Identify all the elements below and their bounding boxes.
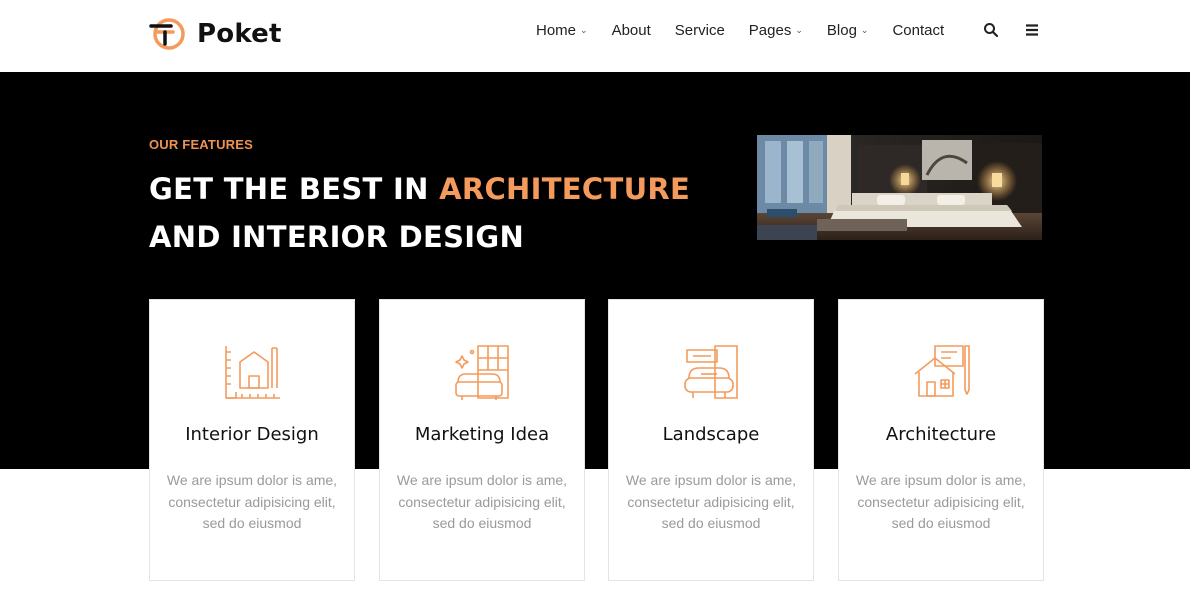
bedroom-photo — [757, 135, 1042, 240]
feature-card-architecture[interactable]: Architecture We are ipsum dolor is ame, … — [838, 299, 1044, 581]
nav-item-about[interactable]: About — [612, 22, 651, 39]
card-title: Marketing Idea — [414, 424, 550, 445]
chevron-down-icon: ⌄ — [795, 24, 803, 35]
main-nav: Home ⌄ About Service Pages ⌄ Blog ⌄ Cont… — [536, 19, 944, 41]
nav-item-label: About — [611, 21, 651, 39]
floor-plan-icon — [225, 346, 280, 399]
nav-item-home[interactable]: Home ⌄ — [536, 22, 588, 39]
chevron-down-icon: ⌄ — [860, 24, 869, 35]
nav-item-label: Home — [536, 21, 577, 39]
nav-item-label: Service — [674, 21, 725, 39]
logo[interactable]: Poket — [149, 17, 282, 51]
headline-part1: GET THE BEST IN — [149, 172, 440, 206]
menu-icon[interactable] — [1024, 22, 1040, 38]
brand-name: Poket — [197, 19, 282, 49]
nav-item-pages[interactable]: Pages ⌄ — [749, 22, 803, 39]
nav-item-service[interactable]: Service — [675, 22, 725, 39]
nav-item-label: Pages — [748, 21, 792, 39]
card-text: We are ipsum dolor is ame, consectetur a… — [396, 472, 568, 531]
house-blueprint-icon — [914, 345, 970, 397]
logo-icon — [149, 18, 185, 50]
nav-item-label: Blog — [826, 21, 857, 39]
card-title: Interior Design — [185, 424, 319, 445]
headline-part2: AND INTERIOR DESIGN — [149, 220, 525, 254]
section-eyebrow: OUR FEATURES — [149, 137, 253, 152]
card-title: Architecture — [885, 424, 997, 445]
card-text: We are ipsum dolor is ame, consectetur a… — [625, 472, 797, 531]
furniture-icon — [455, 345, 509, 400]
section-headline: GET THE BEST IN ARCHITECTURE AND INTERIO… — [149, 165, 690, 261]
nav-item-label: Contact — [892, 21, 945, 39]
feature-card-interior-design[interactable]: Interior Design We are ipsum dolor is am… — [149, 299, 355, 581]
nav-item-blog[interactable]: Blog ⌄ — [827, 22, 869, 39]
chevron-down-icon: ⌄ — [580, 24, 588, 35]
feature-card-marketing-idea[interactable]: Marketing Idea We are ipsum dolor is ame… — [379, 299, 585, 581]
feature-card-landscape[interactable]: Landscape We are ipsum dolor is ame, con… — [608, 299, 814, 581]
search-icon[interactable] — [983, 22, 999, 38]
armchair-icon — [684, 345, 738, 399]
site-header: Poket Home ⌄ About Service Pages ⌄ Blog … — [0, 0, 1190, 72]
card-title: Landscape — [662, 424, 760, 445]
card-text: We are ipsum dolor is ame, consectetur a… — [166, 472, 338, 531]
headline-accent: ARCHITECTURE — [439, 172, 691, 206]
nav-item-contact[interactable]: Contact — [892, 22, 944, 39]
card-text: We are ipsum dolor is ame, consectetur a… — [855, 472, 1027, 531]
